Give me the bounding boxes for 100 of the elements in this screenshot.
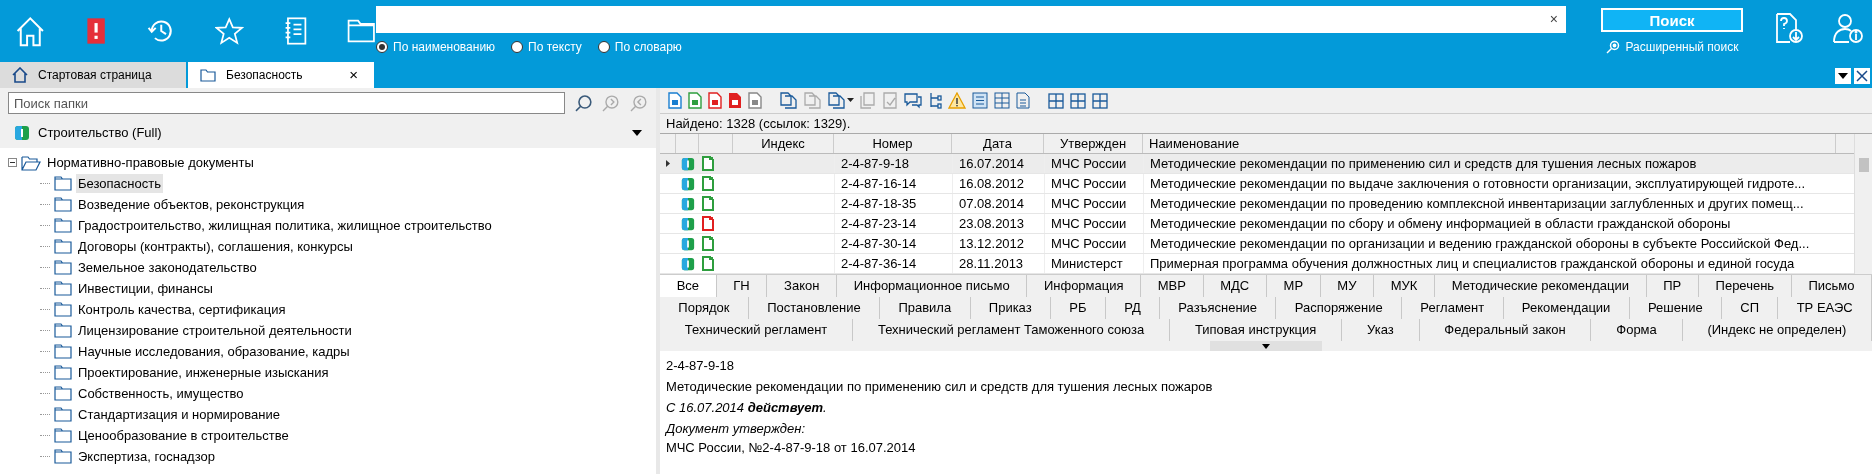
search-field[interactable]: × — [376, 6, 1566, 33]
caret-icon[interactable] — [632, 130, 642, 136]
document-icon[interactable] — [688, 92, 702, 109]
document-status: С 16.07.2014 действует. — [666, 399, 828, 417]
document-icon[interactable] — [708, 92, 722, 109]
tree-item[interactable]: Безопасность — [76, 173, 163, 194]
column-header[interactable]: Наименование — [1149, 133, 1240, 154]
table-cell-text: 2-4-87-9-18 — [841, 154, 909, 173]
column-header[interactable]: Утвержден — [1059, 133, 1127, 154]
documents-icon[interactable] — [780, 92, 798, 109]
user-info-icon[interactable] — [1832, 12, 1864, 44]
tree-item[interactable]: Контроль качества, сертификация — [76, 299, 288, 320]
grid-layout-icon[interactable] — [1070, 92, 1086, 109]
table-row[interactable]: 2-4-87-36-14 28.11.2013 Министерст Примерная программа обучения должностных лиц и специалистов гражданской обороны и единой госуда — [660, 254, 1854, 274]
tree-item[interactable]: Нормативно-правовые документы — [45, 152, 256, 173]
folder-icon — [54, 428, 72, 443]
radio-button[interactable] — [376, 41, 388, 53]
tree-structure-icon[interactable] — [928, 92, 942, 109]
grid-layout-icon[interactable] — [1092, 92, 1108, 109]
tree-item[interactable]: Договоры (контракты), соглашения, конкурсы — [76, 236, 355, 257]
table-cell-text: 2-4-87-18-35 — [841, 194, 917, 213]
unpin-button[interactable] — [1854, 68, 1870, 84]
table-row[interactable]: 2-4-87-23-14 23.08.2013 МЧС России Методические рекомендации по сбору и обмену информацией в области гражданской обороны — [660, 214, 1854, 234]
radio-button[interactable] — [511, 41, 524, 53]
folder-icon — [54, 302, 72, 317]
folder-icon — [54, 176, 72, 191]
tree-item[interactable]: Возведение объектов, реконструкция — [76, 194, 307, 215]
document-icon[interactable] — [748, 92, 762, 109]
document-icon[interactable] — [728, 92, 742, 109]
table-cell-text: Методические рекомендации по сбору и обмену информацией в области гражданской обороны — [1150, 214, 1731, 233]
table-cell-text: Методические рекомендации по применению сил и средств для тушения лесных пожаров — [1150, 154, 1697, 173]
list-view-icon[interactable] — [972, 92, 988, 109]
comment-icon[interactable] — [904, 92, 922, 109]
table-cell-text: Методические рекомендации по проведению комплексной инвентаризации заглубленных и других помещ... — [1150, 194, 1804, 213]
tab[interactable]: Безопасность × — [188, 62, 374, 88]
search-icon[interactable] — [574, 94, 593, 112]
collapse-toggle[interactable] — [8, 158, 17, 167]
table-row[interactable]: 2-4-87-9-18 16.07.2014 МЧС России Методические рекомендации по применению сил и средств для тушения лесных пожаров — [660, 154, 1854, 174]
dropdown-button[interactable] — [1835, 68, 1851, 84]
radio-button[interactable] — [597, 41, 610, 53]
tree-item[interactable]: Научные исследования, образование, кадры — [76, 341, 352, 362]
caret-icon — [1838, 73, 1848, 79]
folder-icon — [54, 218, 72, 233]
table-cell-text: Методические рекомендации по выдаче заключения о готовности организации, эксплуатирующей гидроте... — [1150, 174, 1805, 193]
clear-button[interactable]: × — [1549, 9, 1558, 30]
open-folder-icon — [21, 154, 41, 171]
table-row[interactable]: 2-4-87-18-35 07.08.2014 МЧС России Методические рекомендации по проведению комплексной инвентаризации заглубленных и других помещ... — [660, 194, 1854, 214]
table-cell-text: 28.11.2013 — [959, 254, 1024, 273]
collection-dropdown[interactable]: Строительство (Full) — [0, 118, 656, 148]
column-header[interactable]: Номер — [872, 133, 913, 154]
table-cell-text: 13.12.2012 — [959, 234, 1025, 253]
table-cell-text: МЧС России — [1051, 174, 1127, 193]
warning-icon[interactable] — [948, 92, 966, 109]
tab[interactable]: Стартовая страница — [0, 62, 186, 88]
folder-icon — [54, 197, 72, 212]
collection-logo-icon — [680, 196, 695, 211]
row-pointer-icon — [666, 160, 670, 167]
grid-layout-icon[interactable] — [1048, 92, 1064, 109]
tree-item[interactable]: Градостроительство, жилищная политика, жилищное строительство — [76, 215, 494, 236]
document-title: Методические рекомендации по применению сил и средств для тушения лесных пожаров — [666, 378, 1214, 396]
table-cell-text: Примерная программа обучения должностных лиц и специалистов гражданской обороны и единой госуда — [1150, 254, 1795, 273]
folder-icon — [54, 239, 72, 254]
close-icon — [1856, 70, 1868, 82]
folder-icon — [54, 281, 72, 296]
checklist-icon[interactable] — [882, 92, 898, 109]
tree-item[interactable]: Лицензирование строительной деятельности — [76, 320, 354, 341]
column-header[interactable]: Дата — [983, 133, 1012, 154]
document-icon[interactable] — [1016, 92, 1030, 109]
tree-item[interactable]: Инвестиции, финансы — [76, 278, 215, 299]
table-cell-text: МЧС России — [1051, 154, 1127, 173]
folder-search-field[interactable]: Поиск папки — [8, 92, 565, 114]
tree-item[interactable]: Земельное законодательство — [76, 257, 259, 278]
help-download-icon[interactable] — [1774, 12, 1804, 44]
document-number: 2-4-87-9-18 — [666, 357, 735, 375]
tree-item[interactable]: Стандартизация и нормирование — [76, 404, 282, 425]
tree-item[interactable]: Ценообразование в строительстве — [76, 425, 291, 446]
search-settings-icon — [1605, 40, 1620, 54]
documents-dropdown-icon[interactable] — [828, 92, 854, 109]
tree-item[interactable]: Проектирование, инженерные изыскания — [76, 362, 331, 383]
table-view-icon[interactable] — [994, 92, 1010, 109]
scrollbar[interactable] — [1854, 134, 1872, 274]
table-cell-text: 23.08.2013 — [959, 214, 1025, 233]
table-cell-text: 2-4-87-30-14 — [841, 234, 917, 253]
folder-icon — [54, 344, 72, 359]
folder-icon — [54, 449, 72, 464]
table-cell-text: 16.08.2012 — [959, 174, 1025, 193]
collapse-handle[interactable] — [1210, 341, 1322, 351]
results-count: Найдено: 1328 (ссылок: 1329). — [666, 114, 851, 133]
table-cell-text: 07.08.2014 — [959, 194, 1025, 213]
column-header[interactable]: Индекс — [761, 133, 805, 154]
close-button[interactable]: × — [349, 63, 358, 87]
table-row[interactable]: 2-4-87-30-14 13.12.2012 МЧС России Методические рекомендации по организации и ведению гражданской обороны в субъекте Российской Фед... — [660, 234, 1854, 254]
table-row[interactable]: 2-4-87-16-14 16.08.2012 МЧС России Методические рекомендации по выдаче заключения о готовности организации, эксплуатирующей гидроте... — [660, 174, 1854, 194]
tree-item[interactable]: Собственность, имущество — [76, 383, 246, 404]
document-icon[interactable] — [668, 92, 682, 109]
folder-icon — [54, 386, 72, 401]
tree-item[interactable]: Экспертиза, госнадзор — [76, 446, 217, 467]
filter-tab[interactable]: Все — [660, 275, 717, 297]
table-cell-text: 2-4-87-23-14 — [841, 214, 917, 233]
folder-icon — [200, 68, 216, 82]
